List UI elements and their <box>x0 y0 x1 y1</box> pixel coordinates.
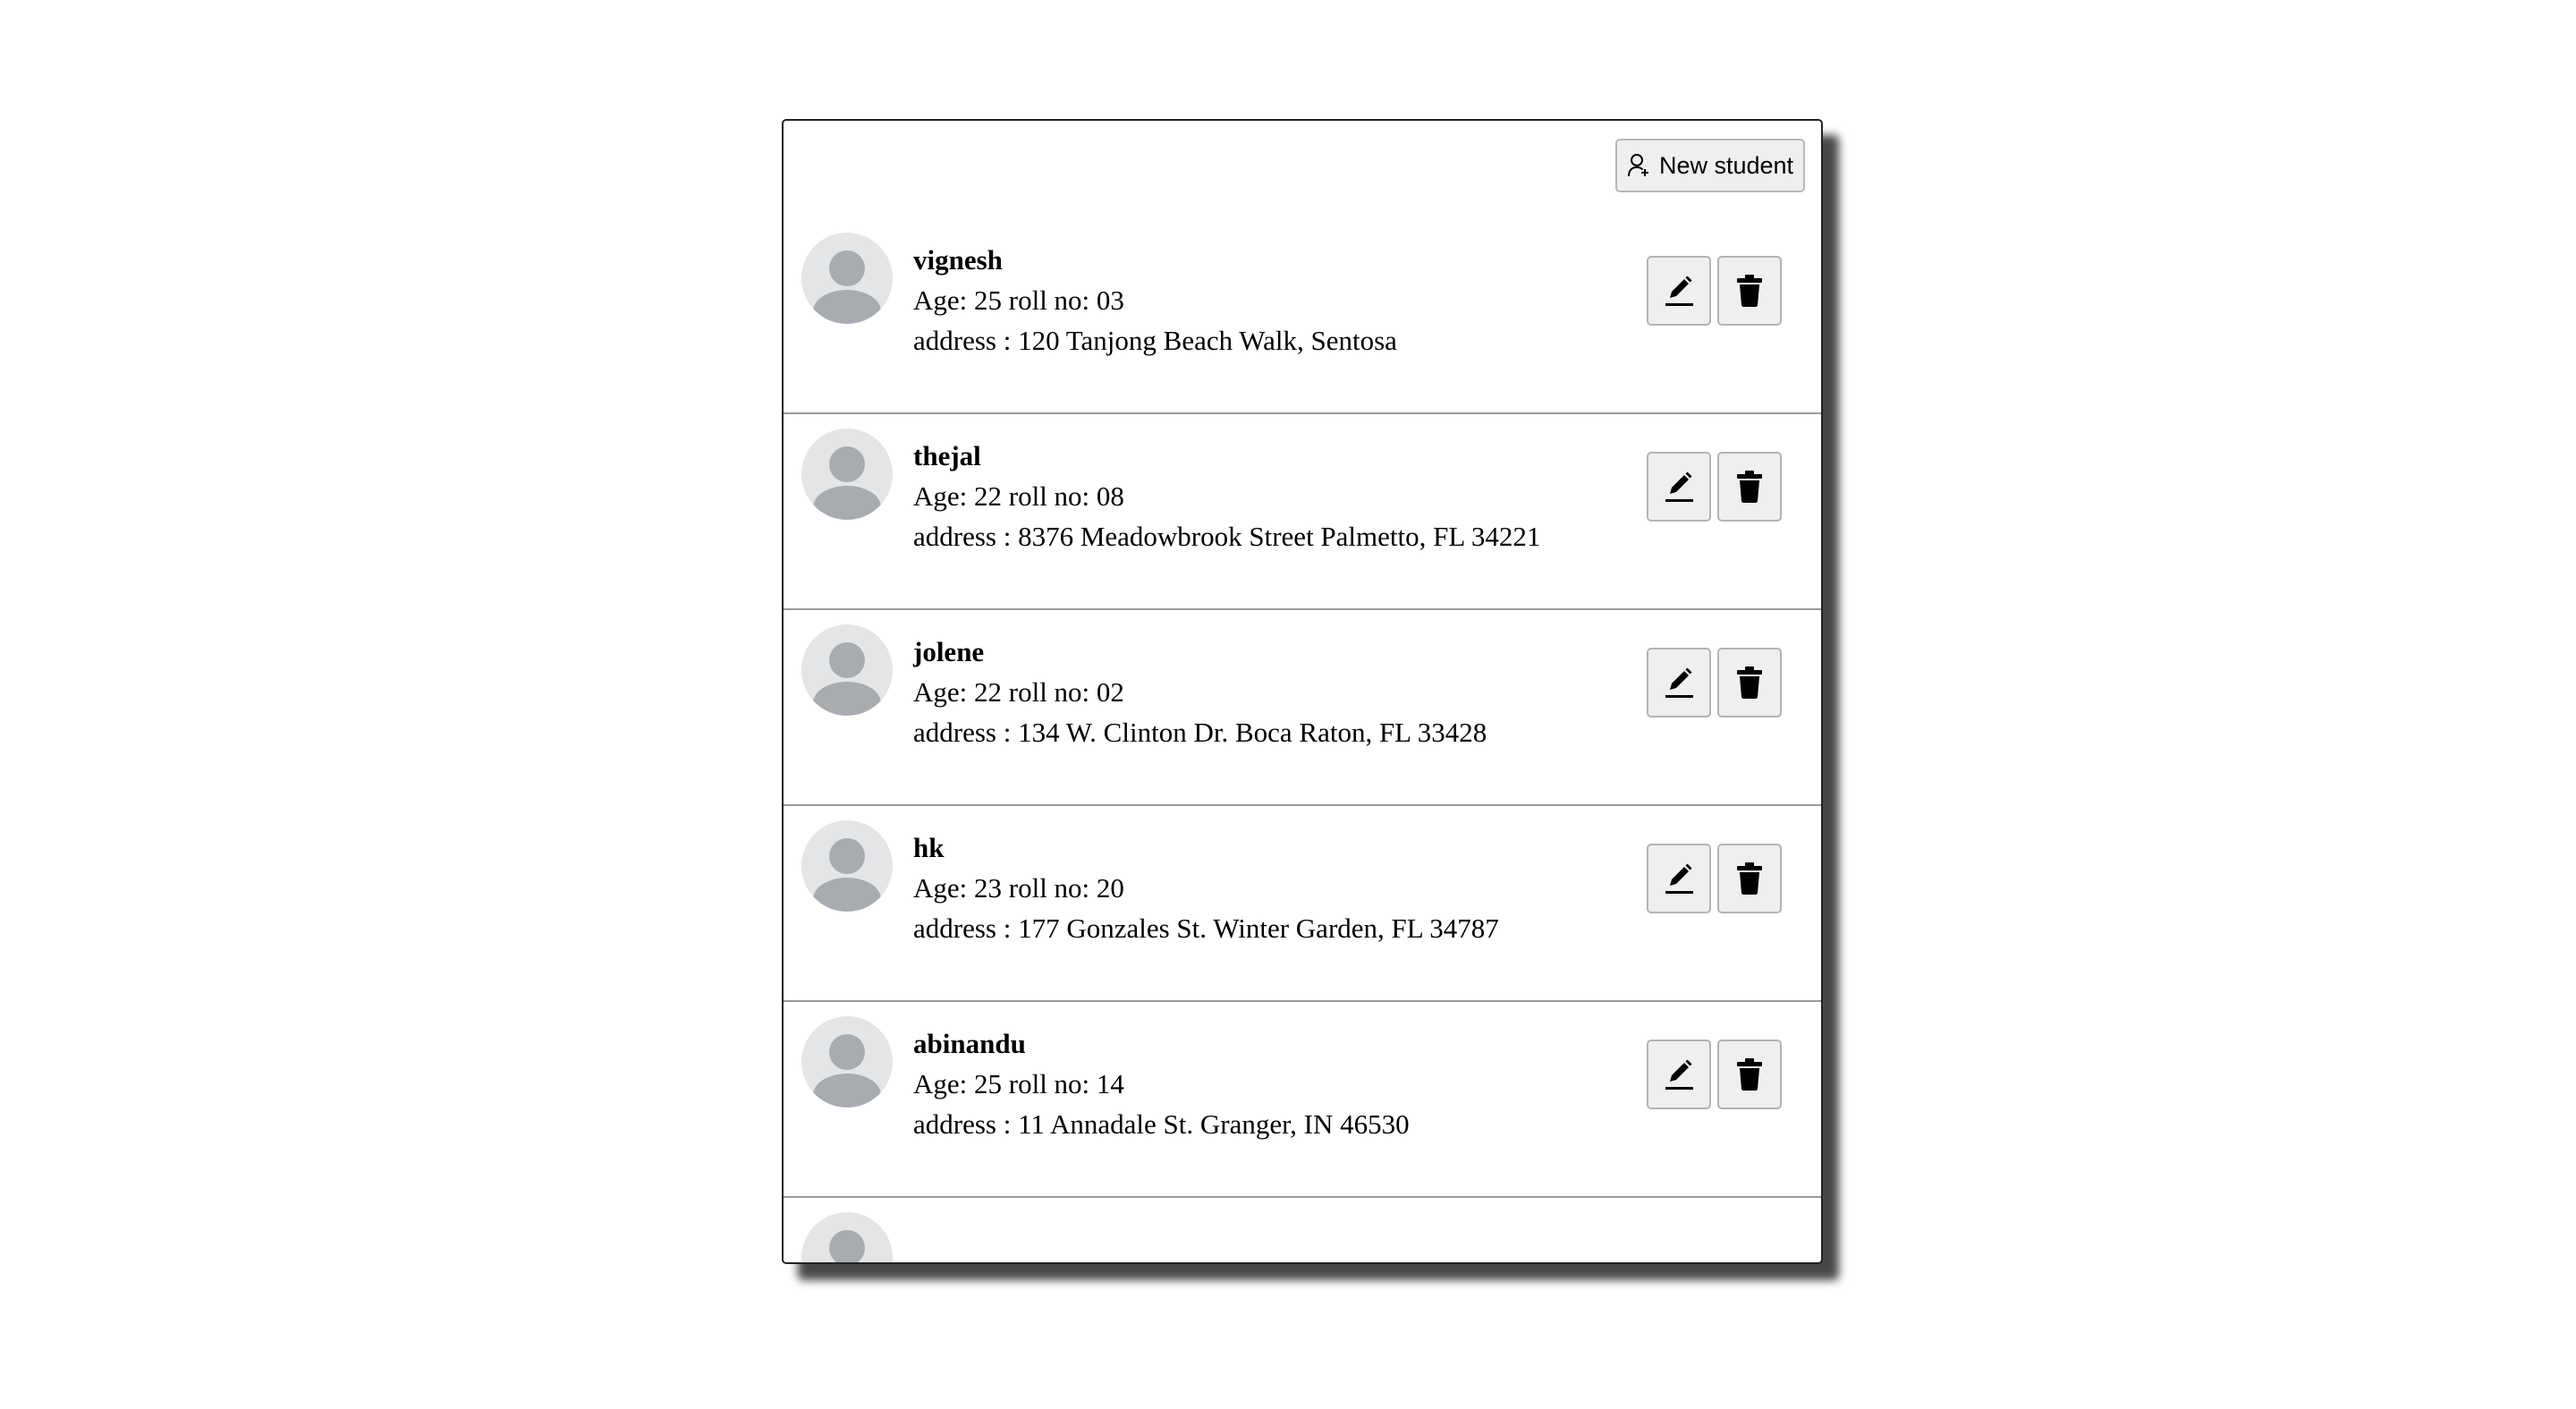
student-row-partial <box>784 1198 1821 1262</box>
student-details: Age: 22 roll no: 08 <box>913 480 1124 512</box>
person-add-icon <box>1627 152 1650 179</box>
pencil-icon <box>1665 863 1693 894</box>
student-name: thejal <box>913 440 981 471</box>
delete-button[interactable] <box>1717 844 1782 913</box>
default-avatar-icon <box>813 446 881 520</box>
student-details: Age: 25 roll no: 03 <box>913 284 1124 316</box>
student-name: jolene <box>913 636 985 667</box>
avatar <box>801 820 893 912</box>
default-avatar-icon <box>813 642 881 716</box>
pencil-icon <box>1665 1059 1693 1090</box>
student-details: Age: 25 roll no: 14 <box>913 1068 1124 1099</box>
student-info: thejal Age: 22 roll no: 08 address : 837… <box>913 436 1540 556</box>
student-list: vignesh Age: 25 roll no: 03 address : 12… <box>784 218 1821 1262</box>
row-actions <box>1647 256 1782 326</box>
student-row: hk Age: 23 roll no: 20 address : 177 Gon… <box>784 806 1821 1002</box>
avatar <box>801 429 893 520</box>
student-name: vignesh <box>913 244 1003 276</box>
row-actions <box>1647 648 1782 717</box>
default-avatar-icon <box>829 1230 865 1262</box>
trash-icon <box>1737 471 1762 503</box>
edit-button[interactable] <box>1647 648 1711 717</box>
delete-button[interactable] <box>1717 1040 1782 1109</box>
student-info: hk Age: 23 roll no: 20 address : 177 Gon… <box>913 828 1499 948</box>
pencil-icon <box>1665 667 1693 698</box>
delete-button[interactable] <box>1717 256 1782 326</box>
new-student-button[interactable]: New student <box>1615 139 1805 192</box>
student-info: vignesh Age: 25 roll no: 03 address : 12… <box>913 240 1397 361</box>
trash-icon <box>1737 862 1762 895</box>
trash-icon <box>1737 275 1762 307</box>
pencil-icon <box>1665 276 1693 306</box>
default-avatar-icon <box>813 250 881 324</box>
student-row: abinandu Age: 25 roll no: 14 address : 1… <box>784 1002 1821 1198</box>
trash-icon <box>1737 666 1762 699</box>
edit-button[interactable] <box>1647 256 1711 326</box>
trash-icon <box>1737 1058 1762 1091</box>
avatar <box>801 624 893 716</box>
student-info: jolene Age: 22 roll no: 02 address : 134… <box>913 632 1487 752</box>
row-actions <box>1647 1040 1782 1109</box>
new-student-label: New student <box>1658 151 1794 179</box>
avatar <box>801 1212 893 1262</box>
edit-button[interactable] <box>1647 1040 1711 1109</box>
default-avatar-icon <box>813 838 881 912</box>
pencil-icon <box>1665 471 1693 502</box>
student-name: abinandu <box>913 1028 1026 1059</box>
default-avatar-icon <box>813 1034 881 1108</box>
student-info: abinandu Age: 25 roll no: 14 address : 1… <box>913 1023 1410 1144</box>
student-address: address : 134 W. Clinton Dr. Boca Raton,… <box>913 717 1487 748</box>
student-address: address : 8376 Meadowbrook Street Palmet… <box>913 521 1541 552</box>
student-row: vignesh Age: 25 roll no: 03 address : 12… <box>784 218 1821 414</box>
student-row: thejal Age: 22 roll no: 08 address : 837… <box>784 414 1821 610</box>
student-address: address : 120 Tanjong Beach Walk, Sentos… <box>913 325 1397 356</box>
student-details: Age: 22 roll no: 02 <box>913 676 1124 708</box>
row-actions <box>1647 844 1782 913</box>
avatar <box>801 1016 893 1108</box>
avatar <box>801 233 893 324</box>
student-address: address : 11 Annadale St. Granger, IN 46… <box>913 1108 1410 1140</box>
row-actions <box>1647 452 1782 522</box>
edit-button[interactable] <box>1647 452 1711 522</box>
student-details: Age: 23 roll no: 20 <box>913 872 1124 904</box>
student-name: hk <box>913 832 945 863</box>
student-address: address : 177 Gonzales St. Winter Garden… <box>913 912 1499 944</box>
edit-button[interactable] <box>1647 844 1711 913</box>
delete-button[interactable] <box>1717 648 1782 717</box>
delete-button[interactable] <box>1717 452 1782 522</box>
student-row: jolene Age: 22 roll no: 02 address : 134… <box>784 610 1821 806</box>
student-list-panel: New student vignesh Age: 25 roll no: 03 … <box>782 119 1823 1264</box>
